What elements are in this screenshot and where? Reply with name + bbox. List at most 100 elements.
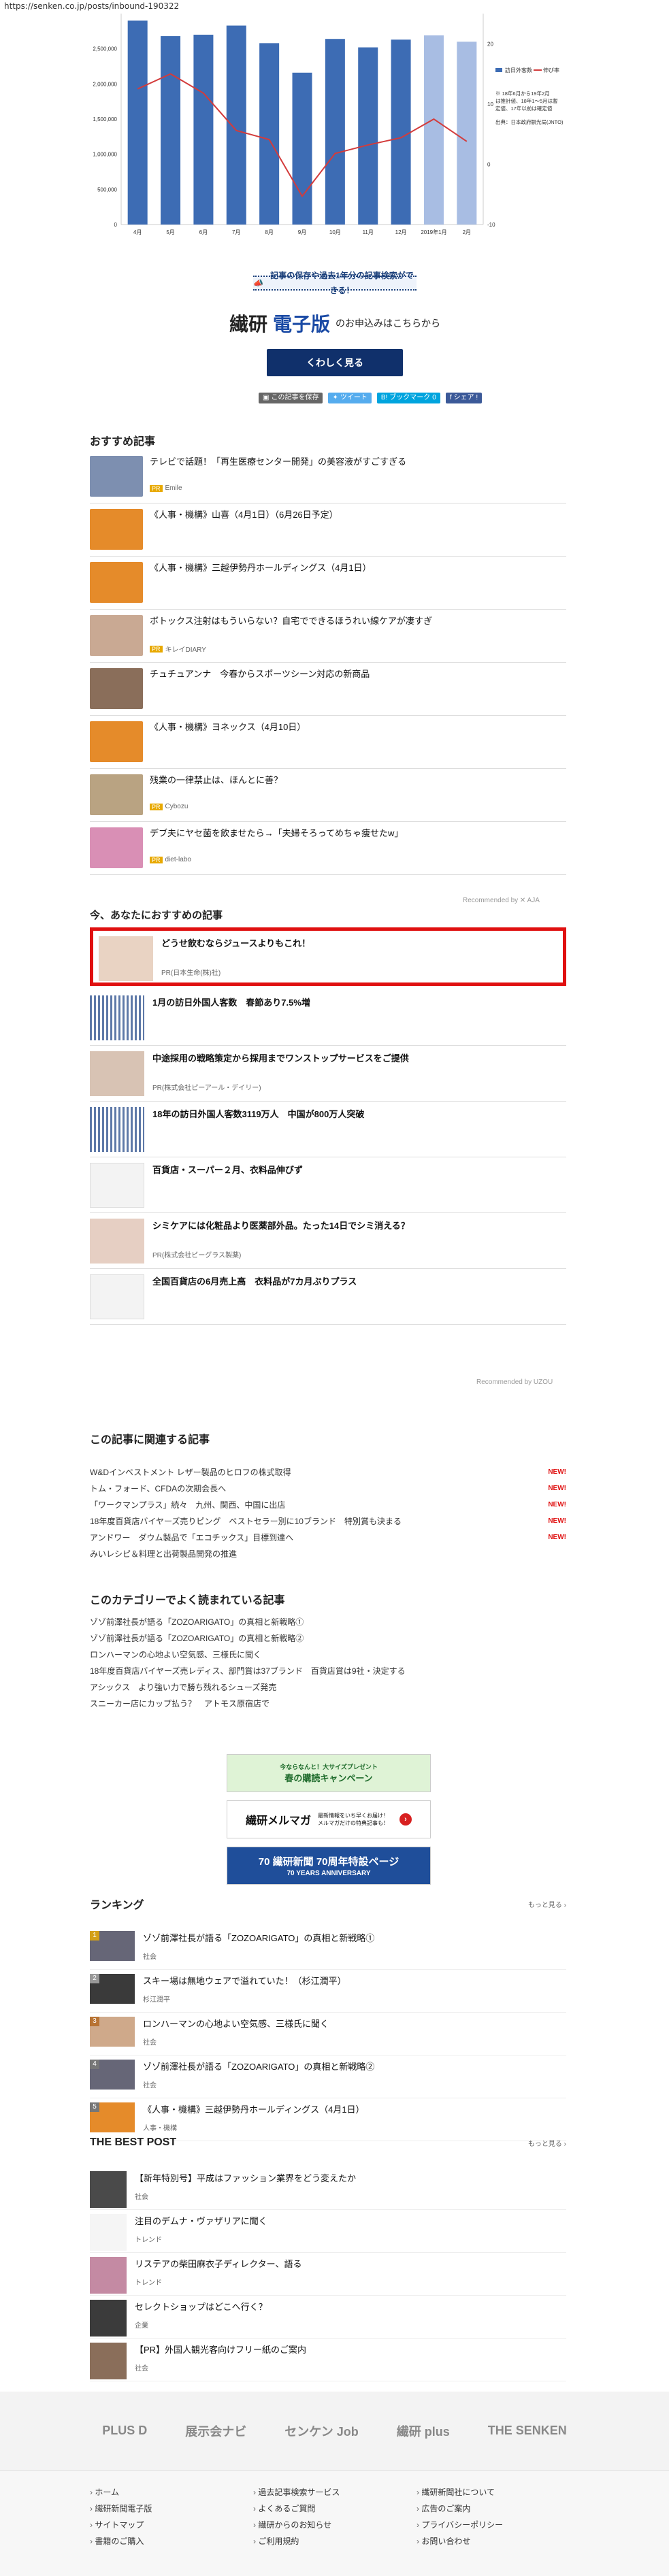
now-title[interactable]: どうせ飲むならジュースよりもこれ！ <box>161 936 310 949</box>
recommend-title[interactable]: ボトックス注射はもういらない？自宅でできるほうれい線ケアが凄すぎ <box>150 615 432 627</box>
now-item[interactable]: 18年の訪日外国人客数3119万人 中国が800万人突破 <box>90 1102 566 1157</box>
recommend-title[interactable]: デブ夫にヤセ菌を飲ませたら→「夫婦そろってめちゃ痩せたw」 <box>150 827 403 840</box>
ranking-item[interactable]: 4 ゾゾ前澤社長が語る「ZOZOARIGATO」の真相と新戦略② 社会 <box>90 2055 566 2098</box>
best-title[interactable]: 【PR】外国人観光客向けフリー紙のご案内 <box>135 2343 306 2356</box>
footer-logo[interactable]: 展示会ナビ <box>185 2422 246 2440</box>
category-item[interactable]: ゾゾ前澤社長が語る「ZOZOARIGATO」の真相と新戦略② <box>90 1630 566 1647</box>
footer-link[interactable]: プライバシーポリシー <box>417 2517 503 2533</box>
article-thumbnail[interactable] <box>90 509 143 550</box>
now-title[interactable]: 全国百貨店の6月売上高 衣料品が7カ月ぶりプラス <box>152 1274 357 1287</box>
facebook-share-button[interactable]: f シェア ! <box>445 393 483 403</box>
article-thumbnail[interactable] <box>90 668 143 709</box>
article-thumbnail[interactable] <box>90 2257 127 2294</box>
category-link[interactable]: ロンハーマンの心地よい空気感、三様氏に聞く <box>90 1647 261 1663</box>
category-item[interactable]: ロンハーマンの心地よい空気感、三様氏に聞く <box>90 1647 566 1663</box>
article-thumbnail[interactable] <box>90 562 143 603</box>
best-more-link[interactable]: もっと見る › <box>528 2138 566 2148</box>
now-title[interactable]: 1月の訪日外国人客数 春節あり7.5%増 <box>152 995 310 1008</box>
now-title[interactable]: 18年の訪日外国人客数3119万人 中国が800万人突破 <box>152 1107 364 1120</box>
recommend-item[interactable]: チュチュアンナ 今春からスポーツシーン対応の新商品 <box>90 663 566 716</box>
ranking-title[interactable]: 《人事・機構》三越伊勢丹ホールディングス（4月1日） <box>143 2102 365 2115</box>
recommend-title[interactable]: チュチュアンナ 今春からスポーツシーン対応の新商品 <box>150 668 370 680</box>
related-item[interactable]: 「ワークマンプラス」続々 九州、関西、中国に出店 NEW! <box>90 1497 566 1513</box>
now-item[interactable]: どうせ飲むならジュースよりもこれ！ PR(日本生命(株)社) <box>90 927 566 986</box>
article-thumbnail[interactable] <box>90 615 143 656</box>
now-item[interactable]: 1月の訪日外国人客数 春節あり7.5%増 <box>90 990 566 1046</box>
now-item[interactable]: 中途採用の戦略策定から採用までワンストップサービスをご提供 PR(株式会社ピーアー… <box>90 1046 566 1102</box>
now-title[interactable]: 中途採用の戦略策定から採用までワンストップサービスをご提供 <box>152 1051 409 1064</box>
article-thumbnail[interactable] <box>90 1219 144 1264</box>
recommend-item[interactable]: 《人事・機構》ヨネックス（4月10日） <box>90 716 566 769</box>
hatena-bookmark-button[interactable]: B! ブックマーク 0 <box>376 393 440 403</box>
best-item[interactable]: 【新年特別号】平成はファッション業界をどう変えたか 社会 <box>90 2167 566 2210</box>
now-title[interactable]: 百貨店・スーパー２月、衣料品伸びず <box>152 1163 303 1176</box>
related-item[interactable]: W&Dインベストメント レザー製品のヒロフの株式取得 NEW! <box>90 1464 566 1481</box>
ranking-item[interactable]: 3 ロンハーマンの心地よい空気感、三様氏に聞く 社会 <box>90 2013 566 2055</box>
related-link[interactable]: みいレシピ＆料理と出荷製品開発の推進 <box>90 1546 237 1562</box>
recommend-item[interactable]: デブ夫にヤセ菌を飲ませたら→「夫婦そろってめちゃ痩せたw」 PR diet-labo <box>90 822 566 875</box>
article-thumbnail[interactable] <box>90 1274 144 1319</box>
recommend-item[interactable]: 《人事・機構》山喜（4月1日）（6月26日予定） <box>90 503 566 557</box>
footer-link[interactable]: サイトマップ <box>90 2517 152 2533</box>
article-thumbnail[interactable] <box>90 827 143 868</box>
article-thumbnail[interactable] <box>90 2343 127 2379</box>
footer-link[interactable]: 繊研からのお知らせ <box>253 2517 340 2533</box>
footer-logo[interactable]: PLUS D <box>102 2424 147 2438</box>
related-link[interactable]: アンドワー ダウム製品で「エコチックス」目標到達へ <box>90 1530 293 1546</box>
related-item[interactable]: みいレシピ＆料理と出荷製品開発の推進 <box>90 1546 566 1562</box>
footer-logo[interactable]: 繊研 plus <box>397 2422 450 2440</box>
ranking-more-link[interactable]: もっと見る › <box>528 1899 566 1909</box>
best-title[interactable]: 【新年特別号】平成はファッション業界をどう変えたか <box>135 2171 356 2184</box>
category-link[interactable]: ゾゾ前澤社長が語る「ZOZOARIGATO」の真相と新戦略① <box>90 1614 304 1630</box>
related-item[interactable]: 18年度百貨店バイヤーズ売りピング ベストセラー別に10ブランド 特別賞も決まる… <box>90 1513 566 1530</box>
footer-logo[interactable]: センケン Job <box>284 2422 358 2440</box>
best-item[interactable]: セレクトショップはどこへ行く？ 企業 <box>90 2296 566 2339</box>
ranking-title[interactable]: ゾゾ前澤社長が語る「ZOZOARIGATO」の真相と新戦略① <box>143 1931 374 1944</box>
article-thumbnail[interactable] <box>90 721 143 762</box>
ranking-title[interactable]: ロンハーマンの心地よい空気感、三様氏に聞く <box>143 2017 329 2030</box>
article-thumbnail[interactable] <box>90 2214 127 2251</box>
related-link[interactable]: トム・フォード、CFDAの次期会長へ <box>90 1481 226 1497</box>
article-thumbnail[interactable] <box>90 2171 127 2208</box>
best-title[interactable]: セレクトショップはどこへ行く？ <box>135 2300 267 2313</box>
footer-link[interactable]: 書籍のご購入 <box>90 2533 152 2549</box>
ranking-title[interactable]: スキー場は無地ウェアで溢れていた！（杉江潤平） <box>143 1974 346 1987</box>
category-item[interactable]: アシックス より強い力で勝ち残れるシューズ発売 <box>90 1679 566 1696</box>
save-article-button[interactable]: ▣ この記事を保存 <box>259 393 323 403</box>
footer-link[interactable]: 広告のご案内 <box>417 2500 503 2517</box>
article-thumbnail[interactable] <box>90 456 143 497</box>
related-item[interactable]: トム・フォード、CFDAの次期会長へ NEW! <box>90 1481 566 1497</box>
related-item[interactable]: アンドワー ダウム製品で「エコチックス」目標到達へ NEW! <box>90 1530 566 1546</box>
category-link[interactable]: スニーカー店にカップ払う？ アトモス原宿店で <box>90 1696 270 1712</box>
article-thumbnail[interactable] <box>90 1107 144 1152</box>
best-item[interactable]: 注目のデムナ・ヴァザリアに聞く トレンド <box>90 2210 566 2253</box>
anniversary-banner[interactable]: 70 繊研新聞 70周年特設ページ 70 YEARS ANNIVERSARY <box>227 1847 431 1885</box>
article-thumbnail[interactable] <box>90 2300 127 2336</box>
category-item[interactable]: ゾゾ前澤社長が語る「ZOZOARIGATO」の真相と新戦略① <box>90 1614 566 1630</box>
category-link[interactable]: アシックス より強い力で勝ち残れるシューズ発売 <box>90 1679 276 1696</box>
recommend-item[interactable]: テレビで話題！「再生医療センター開発」の美容液がすごすぎる PR Emile <box>90 450 566 503</box>
recommend-title[interactable]: 残業の一律禁止は、ほんとに善？ <box>150 774 282 787</box>
article-thumbnail[interactable] <box>90 995 144 1040</box>
ranking-item[interactable]: 5 《人事・機構》三越伊勢丹ホールディングス（4月1日） 人事・機構 <box>90 2098 566 2141</box>
recommend-title[interactable]: 《人事・機構》三越伊勢丹ホールディングス（4月1日） <box>150 562 372 574</box>
category-item[interactable]: スニーカー店にカップ払う？ アトモス原宿店で <box>90 1696 566 1712</box>
now-item[interactable]: 全国百貨店の6月売上高 衣料品が7カ月ぶりプラス <box>90 1269 566 1325</box>
recommend-item[interactable]: ボトックス注射はもういらない？自宅でできるほうれい線ケアが凄すぎ PR キレイDIA… <box>90 610 566 663</box>
article-thumbnail[interactable] <box>90 774 143 815</box>
footer-link[interactable]: ご利用規約 <box>253 2533 340 2549</box>
now-item[interactable]: シミケアには化粧品より医薬部外品。たった14日でシミ消える？ PR(株式会社ビーグ… <box>90 1213 566 1269</box>
footer-link[interactable]: 過去記事検索サービス <box>253 2484 340 2500</box>
article-thumbnail[interactable] <box>99 936 153 981</box>
ranking-item[interactable]: 2 スキー場は無地ウェアで溢れていた！（杉江潤平） 杉江潤平 <box>90 1970 566 2013</box>
footer-link[interactable]: 繊研新聞社について <box>417 2484 503 2500</box>
footer-link[interactable]: お問い合わせ <box>417 2533 503 2549</box>
footer-link[interactable]: よくあるご質問 <box>253 2500 340 2517</box>
ranking-item[interactable]: 1 ゾゾ前澤社長が語る「ZOZOARIGATO」の真相と新戦略① 社会 <box>90 1927 566 1970</box>
tweet-button[interactable]: ✦ ツイート <box>328 393 372 403</box>
best-title[interactable]: リステアの柴田麻衣子ディレクター、語る <box>135 2257 301 2270</box>
now-title[interactable]: シミケアには化粧品より医薬部外品。たった14日でシミ消える？ <box>152 1219 410 1232</box>
article-thumbnail[interactable] <box>90 1051 144 1096</box>
best-item[interactable]: 【PR】外国人観光客向けフリー紙のご案内 社会 <box>90 2339 566 2381</box>
footer-logo[interactable]: THE SENKEN <box>488 2424 567 2438</box>
